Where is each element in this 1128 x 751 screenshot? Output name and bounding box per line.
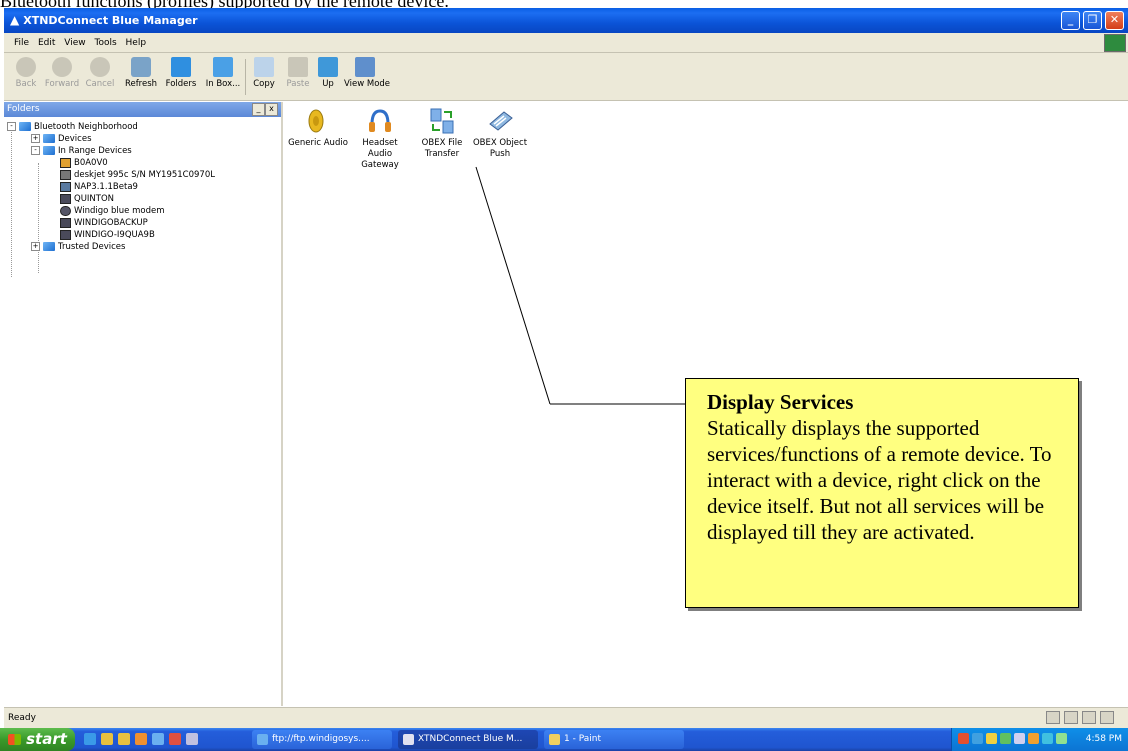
status-network-icon (1100, 711, 1114, 724)
app-icon[interactable] (135, 733, 147, 745)
tray-icon[interactable] (958, 733, 969, 744)
callout-pointer-line (475, 166, 685, 405)
task-ftp[interactable]: ftp://ftp.windigosys.... (252, 730, 392, 749)
callout-body: Statically displays the supported servic… (707, 416, 1052, 544)
app-logo-icon (403, 734, 414, 745)
app-icon[interactable] (186, 733, 198, 745)
quick-launch (84, 733, 203, 748)
start-button[interactable]: start (0, 728, 75, 751)
display-services-callout: Display Services Statically displays the… (685, 378, 1079, 608)
ie-icon[interactable] (84, 733, 96, 745)
tray-icon[interactable] (1000, 733, 1011, 744)
tray-icon[interactable] (1014, 733, 1025, 744)
status-bar: Ready (4, 707, 1128, 728)
taskbar: start ftp://ftp.windigosys.... XTNDConne… (0, 728, 1128, 751)
windows-logo-icon (8, 734, 22, 745)
app-icon[interactable] (152, 733, 164, 745)
explorer-icon[interactable] (101, 733, 113, 745)
ftp-icon (257, 734, 268, 745)
task-paint[interactable]: 1 - Paint (544, 730, 684, 749)
system-tray: 4:58 PM (951, 728, 1128, 751)
tray-icon[interactable] (1028, 733, 1039, 744)
status-security-icon (1082, 711, 1096, 724)
task-xtndconnect[interactable]: XTNDConnect Blue M... (398, 730, 538, 749)
tray-icon[interactable] (986, 733, 997, 744)
status-text: Ready (8, 713, 36, 723)
folder-icon[interactable] (118, 733, 130, 745)
callout-title: Display Services (707, 390, 854, 414)
clock[interactable]: 4:58 PM (1086, 728, 1122, 751)
status-bluetooth-icon (1064, 711, 1078, 724)
status-computer-icon (1046, 711, 1060, 724)
tray-icon[interactable] (1042, 733, 1053, 744)
tray-icon[interactable] (972, 733, 983, 744)
tray-icon[interactable] (1056, 733, 1067, 744)
paint-icon (549, 734, 560, 745)
app-icon[interactable] (169, 733, 181, 745)
